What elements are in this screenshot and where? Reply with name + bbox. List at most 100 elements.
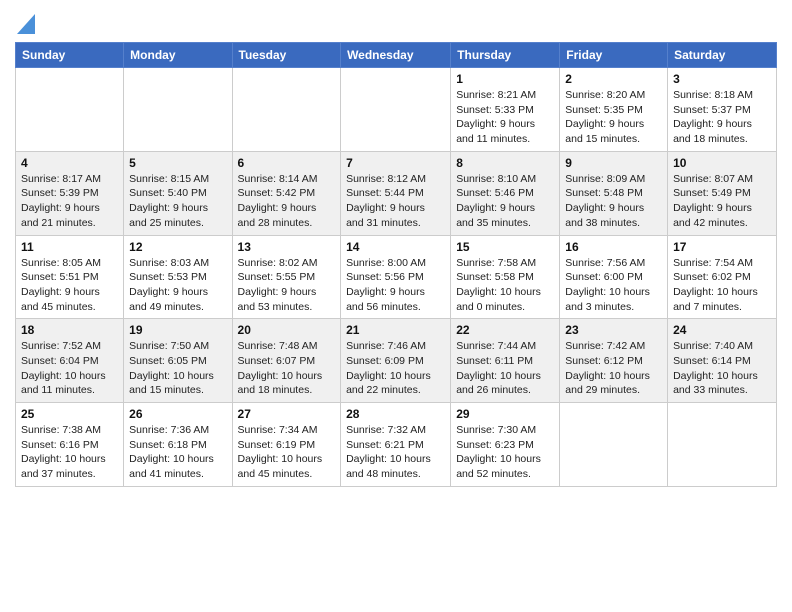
calendar-week-row: 18 Sunrise: 7:52 AM Sunset: 6:04 PM Dayli… — [16, 319, 777, 403]
calendar-cell: 26 Sunrise: 7:36 AM Sunset: 6:18 PM Dayli… — [124, 403, 232, 487]
calendar-week-row: 4 Sunrise: 8:17 AM Sunset: 5:39 PM Daylig… — [16, 151, 777, 235]
calendar-week-row: 11Sunrise: 8:05 AM Sunset: 5:51 PM Dayli… — [16, 235, 777, 319]
calendar-cell: 8 Sunrise: 8:10 AM Sunset: 5:46 PM Daylig… — [451, 151, 560, 235]
day-number: 15 — [456, 240, 554, 254]
calendar-cell: 2 Sunrise: 8:20 AM Sunset: 5:35 PM Daylig… — [560, 68, 668, 152]
calendar-cell: 21 Sunrise: 7:46 AM Sunset: 6:09 PM Dayli… — [341, 319, 451, 403]
day-number: 24 — [673, 323, 771, 337]
day-number: 20 — [238, 323, 336, 337]
day-info: Sunrise: 7:34 AM Sunset: 6:19 PM Dayligh… — [238, 423, 336, 482]
calendar-cell: 15 Sunrise: 7:58 AM Sunset: 5:58 PM Dayli… — [451, 235, 560, 319]
day-number: 17 — [673, 240, 771, 254]
calendar-week-row: 1Sunrise: 8:21 AM Sunset: 5:33 PM Daylig… — [16, 68, 777, 152]
day-number: 25 — [21, 407, 118, 421]
day-info: Sunrise: 7:30 AM Sunset: 6:23 PM Dayligh… — [456, 423, 554, 482]
day-info: Sunrise: 7:40 AM Sunset: 6:14 PM Dayligh… — [673, 339, 771, 398]
day-info: Sunrise: 7:48 AM Sunset: 6:07 PM Dayligh… — [238, 339, 336, 398]
day-info: Sunrise: 8:03 AM Sunset: 5:53 PM Dayligh… — [129, 256, 226, 315]
day-info: Sunrise: 7:54 AM Sunset: 6:02 PM Dayligh… — [673, 256, 771, 315]
logo-icon — [17, 14, 35, 34]
day-number: 2 — [565, 72, 662, 86]
day-info: Sunrise: 7:52 AM Sunset: 6:04 PM Dayligh… — [21, 339, 118, 398]
day-number: 12 — [129, 240, 226, 254]
day-number: 5 — [129, 156, 226, 170]
calendar-cell — [124, 68, 232, 152]
day-info: Sunrise: 8:05 AM Sunset: 5:51 PM Dayligh… — [21, 256, 118, 315]
day-header-thursday: Thursday — [451, 43, 560, 68]
calendar-cell: 12 Sunrise: 8:03 AM Sunset: 5:53 PM Dayli… — [124, 235, 232, 319]
calendar-cell: 17 Sunrise: 7:54 AM Sunset: 6:02 PM Dayli… — [668, 235, 777, 319]
day-number: 28 — [346, 407, 445, 421]
day-info: Sunrise: 8:17 AM Sunset: 5:39 PM Dayligh… — [21, 172, 118, 231]
calendar-cell — [560, 403, 668, 487]
calendar-cell: 5 Sunrise: 8:15 AM Sunset: 5:40 PM Daylig… — [124, 151, 232, 235]
calendar-cell: 3 Sunrise: 8:18 AM Sunset: 5:37 PM Daylig… — [668, 68, 777, 152]
day-number: 27 — [238, 407, 336, 421]
calendar-cell: 22Sunrise: 7:44 AM Sunset: 6:11 PM Dayli… — [451, 319, 560, 403]
day-info: Sunrise: 7:44 AM Sunset: 6:11 PM Dayligh… — [456, 339, 554, 398]
day-number: 14 — [346, 240, 445, 254]
day-info: Sunrise: 7:56 AM Sunset: 6:00 PM Dayligh… — [565, 256, 662, 315]
calendar-header-row: SundayMondayTuesdayWednesdayThursdayFrid… — [16, 43, 777, 68]
logo — [15, 16, 35, 34]
day-info: Sunrise: 8:18 AM Sunset: 5:37 PM Dayligh… — [673, 88, 771, 147]
calendar-cell: 6Sunrise: 8:14 AM Sunset: 5:42 PM Daylig… — [232, 151, 341, 235]
day-number: 16 — [565, 240, 662, 254]
day-header-saturday: Saturday — [668, 43, 777, 68]
day-number: 18 — [21, 323, 118, 337]
day-info: Sunrise: 8:09 AM Sunset: 5:48 PM Dayligh… — [565, 172, 662, 231]
day-info: Sunrise: 8:12 AM Sunset: 5:44 PM Dayligh… — [346, 172, 445, 231]
calendar-cell: 11Sunrise: 8:05 AM Sunset: 5:51 PM Dayli… — [16, 235, 124, 319]
calendar-cell: 20 Sunrise: 7:48 AM Sunset: 6:07 PM Dayli… — [232, 319, 341, 403]
calendar-cell: 10 Sunrise: 8:07 AM Sunset: 5:49 PM Dayli… — [668, 151, 777, 235]
day-number: 10 — [673, 156, 771, 170]
calendar-cell — [16, 68, 124, 152]
day-info: Sunrise: 8:20 AM Sunset: 5:35 PM Dayligh… — [565, 88, 662, 147]
calendar-cell: 9 Sunrise: 8:09 AM Sunset: 5:48 PM Daylig… — [560, 151, 668, 235]
calendar-cell: 28Sunrise: 7:32 AM Sunset: 6:21 PM Dayli… — [341, 403, 451, 487]
calendar-cell: 24 Sunrise: 7:40 AM Sunset: 6:14 PM Dayli… — [668, 319, 777, 403]
day-info: Sunrise: 8:02 AM Sunset: 5:55 PM Dayligh… — [238, 256, 336, 315]
day-number: 6 — [238, 156, 336, 170]
day-number: 9 — [565, 156, 662, 170]
calendar-week-row: 25Sunrise: 7:38 AM Sunset: 6:16 PM Dayli… — [16, 403, 777, 487]
day-number: 3 — [673, 72, 771, 86]
day-number: 19 — [129, 323, 226, 337]
calendar-cell: 13Sunrise: 8:02 AM Sunset: 5:55 PM Dayli… — [232, 235, 341, 319]
day-info: Sunrise: 7:50 AM Sunset: 6:05 PM Dayligh… — [129, 339, 226, 398]
calendar-cell — [232, 68, 341, 152]
day-info: Sunrise: 7:58 AM Sunset: 5:58 PM Dayligh… — [456, 256, 554, 315]
day-number: 29 — [456, 407, 554, 421]
day-number: 8 — [456, 156, 554, 170]
calendar-cell: 4 Sunrise: 8:17 AM Sunset: 5:39 PM Daylig… — [16, 151, 124, 235]
day-info: Sunrise: 7:42 AM Sunset: 6:12 PM Dayligh… — [565, 339, 662, 398]
day-info: Sunrise: 8:21 AM Sunset: 5:33 PM Dayligh… — [456, 88, 554, 147]
day-number: 26 — [129, 407, 226, 421]
day-header-wednesday: Wednesday — [341, 43, 451, 68]
calendar-cell: 23 Sunrise: 7:42 AM Sunset: 6:12 PM Dayli… — [560, 319, 668, 403]
calendar-cell: 29 Sunrise: 7:30 AM Sunset: 6:23 PM Dayli… — [451, 403, 560, 487]
day-number: 23 — [565, 323, 662, 337]
day-number: 7 — [346, 156, 445, 170]
day-header-tuesday: Tuesday — [232, 43, 341, 68]
calendar-cell: 16 Sunrise: 7:56 AM Sunset: 6:00 PM Dayli… — [560, 235, 668, 319]
day-header-monday: Monday — [124, 43, 232, 68]
day-number: 4 — [21, 156, 118, 170]
calendar-cell: 27 Sunrise: 7:34 AM Sunset: 6:19 PM Dayli… — [232, 403, 341, 487]
day-info: Sunrise: 8:10 AM Sunset: 5:46 PM Dayligh… — [456, 172, 554, 231]
calendar-cell: 1Sunrise: 8:21 AM Sunset: 5:33 PM Daylig… — [451, 68, 560, 152]
day-number: 21 — [346, 323, 445, 337]
day-info: Sunrise: 8:00 AM Sunset: 5:56 PM Dayligh… — [346, 256, 445, 315]
calendar-cell: 25Sunrise: 7:38 AM Sunset: 6:16 PM Dayli… — [16, 403, 124, 487]
calendar-cell: 14 Sunrise: 8:00 AM Sunset: 5:56 PM Dayli… — [341, 235, 451, 319]
day-info: Sunrise: 7:36 AM Sunset: 6:18 PM Dayligh… — [129, 423, 226, 482]
day-info: Sunrise: 8:15 AM Sunset: 5:40 PM Dayligh… — [129, 172, 226, 231]
day-info: Sunrise: 7:46 AM Sunset: 6:09 PM Dayligh… — [346, 339, 445, 398]
calendar-cell — [341, 68, 451, 152]
calendar-cell: 7 Sunrise: 8:12 AM Sunset: 5:44 PM Daylig… — [341, 151, 451, 235]
day-info: Sunrise: 8:07 AM Sunset: 5:49 PM Dayligh… — [673, 172, 771, 231]
calendar-cell — [668, 403, 777, 487]
calendar-cell: 19 Sunrise: 7:50 AM Sunset: 6:05 PM Dayli… — [124, 319, 232, 403]
day-header-friday: Friday — [560, 43, 668, 68]
calendar-cell: 18 Sunrise: 7:52 AM Sunset: 6:04 PM Dayli… — [16, 319, 124, 403]
